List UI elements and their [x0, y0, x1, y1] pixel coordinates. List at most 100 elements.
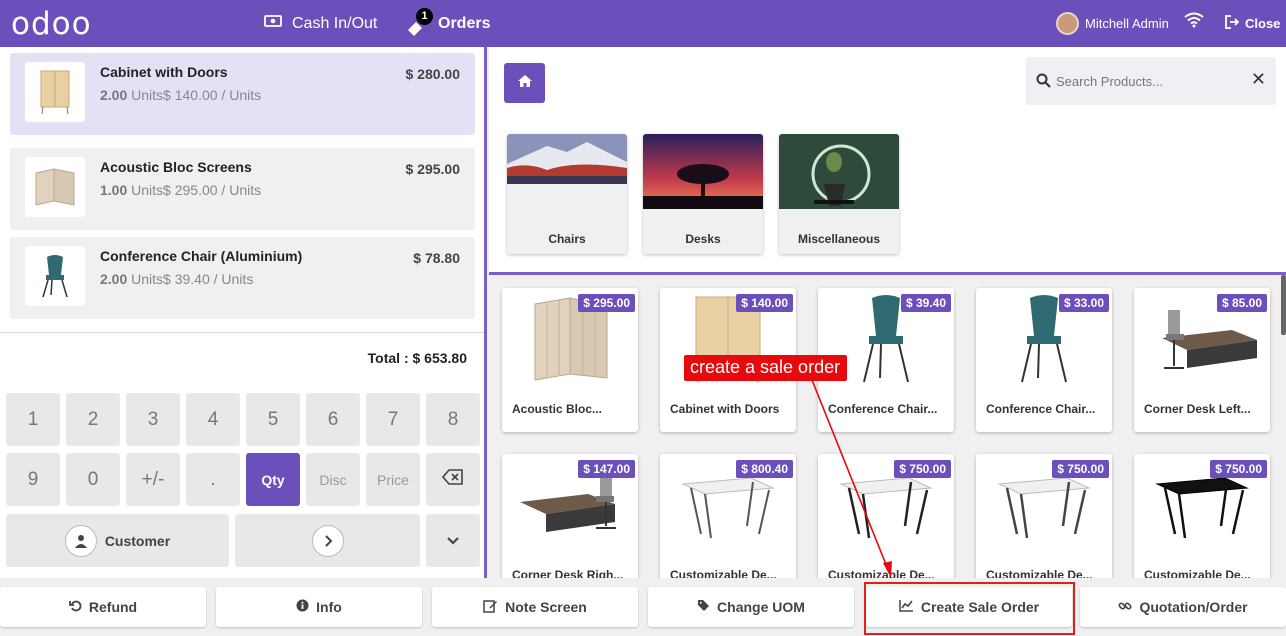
category-desks[interactable]: Desks — [643, 134, 763, 254]
more-button[interactable] — [426, 514, 480, 567]
product-card[interactable]: $ 750.00 Customizable De... — [976, 454, 1112, 578]
product-grid: $ 295.00 Acoustic Bloc... $ 140.00 Cabin… — [489, 275, 1286, 578]
product-price: $ 85.00 — [1216, 294, 1267, 312]
numpad-key-8[interactable]: 8 — [426, 393, 480, 446]
order-line-detail: 2.00 Units$ 140.00 / Units — [100, 87, 262, 103]
numpad-key-9[interactable]: 9 — [6, 453, 60, 506]
product-name: Cabinet with Doors — [670, 402, 780, 416]
qty-mode-button[interactable]: Qty — [246, 453, 300, 506]
product-price: $ 295.00 — [578, 294, 635, 312]
product-name: Customizable De... — [670, 568, 777, 578]
customer-button[interactable]: Customer — [6, 514, 229, 567]
product-price: $ 750.00 — [1052, 460, 1109, 478]
order-line[interactable]: Cabinet with Doors 2.00 Units$ 140.00 / … — [10, 53, 475, 135]
close-button[interactable]: Close — [1225, 15, 1280, 32]
undo-icon — [68, 599, 82, 615]
search-input[interactable] — [1056, 70, 1246, 92]
category-image — [643, 134, 763, 209]
payment-button[interactable] — [235, 514, 420, 567]
category-chairs[interactable]: Chairs — [507, 134, 627, 254]
numpad-key-plus-minus[interactable]: +/- — [126, 453, 180, 506]
product-card[interactable]: $ 85.00 Corner Desk Left... — [1134, 288, 1270, 432]
cash-in-out-button[interactable]: Cash In/Out — [264, 14, 377, 33]
annotation-callout: create a sale order — [684, 355, 848, 381]
cabinet-thumbnail — [25, 62, 85, 122]
category-label: Miscellaneous — [797, 232, 881, 246]
product-price: $ 800.40 — [736, 460, 793, 478]
change-uom-label: Change UOM — [717, 599, 805, 615]
search-icon — [1036, 73, 1051, 93]
refund-button[interactable]: Refund — [0, 587, 206, 627]
product-card[interactable]: $ 800.40 Customizable De... — [660, 454, 796, 578]
change-uom-button[interactable]: Change UOM — [648, 587, 854, 627]
note-screen-label: Note Screen — [505, 599, 587, 615]
order-line-price: $ 280.00 — [405, 66, 461, 82]
product-card[interactable]: $ 33.00 Conference Chair... — [976, 288, 1112, 432]
disc-mode-button[interactable]: Disc — [306, 453, 360, 506]
product-panel: ✕ Chairs Desks Miscellaneous $ 295.00 Ac… — [489, 47, 1286, 578]
order-line[interactable]: Conference Chair (Aluminium) 2.00 Units$… — [10, 237, 475, 319]
top-bar: odoo Cash In/Out 1 Orders Mitchell Admin… — [0, 0, 1286, 47]
backspace-button[interactable] — [426, 453, 480, 506]
numpad-key-7[interactable]: 7 — [366, 393, 420, 446]
home-category-button[interactable] — [504, 63, 545, 103]
product-name: Conference Chair... — [828, 402, 938, 416]
tag-icon — [697, 599, 710, 615]
cash-icon — [264, 14, 282, 33]
customer-label: Customer — [104, 532, 171, 549]
screen-thumbnail — [25, 157, 85, 217]
chevron-right-icon — [311, 524, 344, 557]
category-image — [507, 134, 627, 209]
quotation-order-button[interactable]: Quotation/Order — [1080, 587, 1286, 627]
order-line-price: $ 78.80 — [413, 250, 460, 266]
home-icon — [517, 74, 533, 93]
product-card[interactable]: $ 295.00 Acoustic Bloc... — [502, 288, 638, 432]
product-card[interactable]: $ 750.00 Customizable De... — [1134, 454, 1270, 578]
product-price: $ 33.00 — [1058, 294, 1109, 312]
refund-label: Refund — [88, 599, 138, 615]
product-grid-scrollbar[interactable] — [1281, 275, 1286, 335]
numpad-key-6[interactable]: 6 — [306, 393, 360, 446]
numpad-key-2[interactable]: 2 — [66, 393, 120, 446]
order-line-name: Cabinet with Doors — [100, 64, 228, 80]
control-buttons-bar: Refund Info Note Screen Change UOM Creat… — [0, 578, 1286, 636]
note-screen-button[interactable]: Note Screen — [432, 587, 638, 627]
info-label: Info — [316, 599, 342, 615]
clear-search-icon[interactable]: ✕ — [1251, 69, 1266, 90]
numpad-key-3[interactable]: 3 — [126, 393, 180, 446]
order-panel: Cabinet with Doors 2.00 Units$ 140.00 / … — [0, 47, 487, 578]
sign-out-icon — [1225, 15, 1240, 32]
user-icon — [64, 524, 97, 557]
link-icon — [1118, 599, 1132, 616]
divider — [0, 332, 484, 333]
annotation-highlight-box — [864, 582, 1075, 635]
product-price: $ 147.00 — [578, 460, 635, 478]
info-button[interactable]: Info — [216, 587, 422, 627]
numpad-key-5[interactable]: 5 — [246, 393, 300, 446]
product-name: Conference Chair... — [986, 402, 1096, 416]
order-line[interactable]: Acoustic Bloc Screens 1.00 Units$ 295.00… — [10, 148, 475, 230]
wifi-icon — [1184, 12, 1204, 33]
category-image — [779, 134, 899, 209]
order-line-name: Acoustic Bloc Screens — [100, 159, 252, 175]
numpad-key-decimal[interactable]: . — [186, 453, 240, 506]
orders-label: Orders — [438, 15, 491, 32]
product-card[interactable]: $ 147.00 Corner Desk Righ... — [502, 454, 638, 578]
user-menu[interactable]: Mitchell Admin — [1056, 12, 1169, 35]
order-line-detail: 1.00 Units$ 295.00 / Units — [100, 182, 262, 198]
category-label: Desks — [685, 232, 721, 246]
order-total: Total : $ 653.80 — [367, 350, 467, 366]
chair-thumbnail — [25, 246, 85, 306]
orders-button[interactable]: 1 Orders — [406, 8, 491, 36]
chevron-down-icon — [446, 530, 460, 552]
numpad-key-0[interactable]: 0 — [66, 453, 120, 506]
product-name: Corner Desk Left... — [1144, 402, 1251, 416]
numpad-key-1[interactable]: 1 — [6, 393, 60, 446]
price-mode-button[interactable]: Price — [366, 453, 420, 506]
user-avatar — [1056, 12, 1079, 35]
category-miscellaneous[interactable]: Miscellaneous — [779, 134, 899, 254]
product-card[interactable]: $ 750.00 Customizable De... — [818, 454, 954, 578]
order-line-detail: 2.00 Units$ 39.40 / Units — [100, 271, 254, 287]
product-name: Customizable De... — [1144, 568, 1251, 578]
numpad-key-4[interactable]: 4 — [186, 393, 240, 446]
